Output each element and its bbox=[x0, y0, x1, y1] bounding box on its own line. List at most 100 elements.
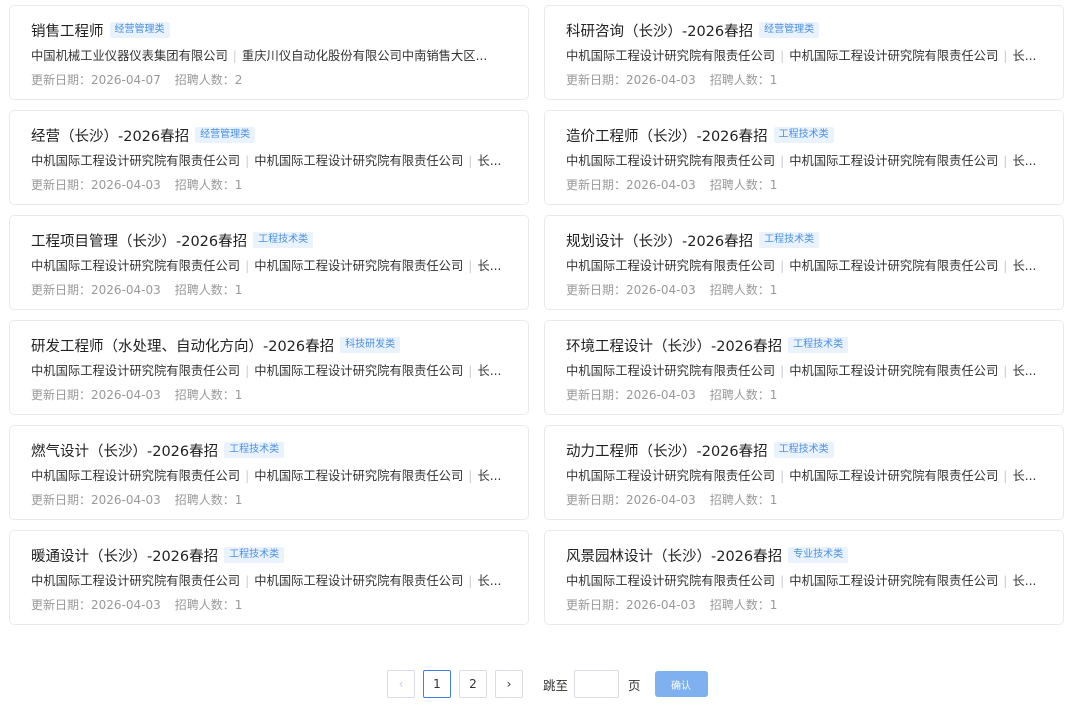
separator: | bbox=[468, 154, 473, 168]
company-name: 中机国际工程设计研究院有限责任公司 bbox=[254, 469, 464, 483]
job-company-line: 中机国际工程设计研究院有限责任公司 | 中机国际工程设计研究院有限责任公司 | 长... bbox=[566, 572, 1042, 590]
update-date-label: 更新日期： bbox=[566, 493, 627, 507]
job-title[interactable]: 工程项目管理（长沙）-2026春招 bbox=[31, 230, 247, 251]
company-location: 长... bbox=[477, 154, 502, 168]
job-title[interactable]: 科研咨询（长沙）-2026春招 bbox=[566, 20, 753, 41]
headcount: 1 bbox=[234, 598, 243, 612]
separator: | bbox=[245, 469, 250, 483]
headcount: 1 bbox=[234, 283, 243, 297]
job-card[interactable]: 动力工程师（长沙）-2026春招 工程技术类 中机国际工程设计研究院有限责任公司 | 中… bbox=[544, 425, 1064, 520]
prev-page-button[interactable]: ‹ bbox=[387, 670, 415, 698]
headcount: 2 bbox=[234, 73, 243, 87]
update-date-label: 更新日期： bbox=[31, 178, 92, 192]
update-date: 2026-04-03 bbox=[91, 598, 161, 612]
job-list: 销售工程师 经营管理类 中国机械工业仪器仪表集团有限公司 | 重庆川仪自动化股份有限公司… bbox=[9, 5, 1064, 625]
job-category-tag: 经营管理类 bbox=[759, 22, 820, 38]
job-category-tag: 专业技术类 bbox=[788, 547, 849, 563]
job-category-tag: 科技研发类 bbox=[340, 337, 401, 353]
job-category-tag: 经营管理类 bbox=[109, 22, 170, 38]
headcount-label: 招聘人数： bbox=[709, 73, 770, 87]
company-name: 中机国际工程设计研究院有限责任公司 bbox=[566, 154, 776, 168]
job-card[interactable]: 销售工程师 经营管理类 中国机械工业仪器仪表集团有限公司 | 重庆川仪自动化股份有限公司… bbox=[9, 5, 529, 100]
separator: | bbox=[245, 574, 250, 588]
company-name: 中机国际工程设计研究院有限责任公司 bbox=[789, 49, 999, 63]
job-company-line: 中机国际工程设计研究院有限责任公司 | 中机国际工程设计研究院有限责任公司 | 长... bbox=[31, 152, 507, 170]
job-meta: 更新日期：2026-04-03 招聘人数：1 bbox=[566, 597, 1042, 613]
job-title-row: 销售工程师 经营管理类 bbox=[31, 19, 507, 41]
job-title[interactable]: 暖通设计（长沙）-2026春招 bbox=[31, 545, 218, 566]
update-date: 2026-04-03 bbox=[626, 493, 696, 507]
job-company-line: 中机国际工程设计研究院有限责任公司 | 中机国际工程设计研究院有限责任公司 | 长... bbox=[566, 362, 1042, 380]
job-card[interactable]: 科研咨询（长沙）-2026春招 经营管理类 中机国际工程设计研究院有限责任公司 | 中机… bbox=[544, 5, 1064, 100]
headcount: 1 bbox=[769, 178, 778, 192]
job-card[interactable]: 风景园林设计（长沙）-2026春招 专业技术类中机国际工程设计研究院有限责任公司 |… bbox=[544, 530, 1064, 625]
company-location: 长... bbox=[1012, 154, 1037, 168]
company-location: 长... bbox=[477, 574, 502, 588]
job-company-line: 中机国际工程设计研究院有限责任公司 | 中机国际工程设计研究院有限责任公司 | 长... bbox=[31, 257, 507, 275]
job-title[interactable]: 规划设计（长沙）-2026春招 bbox=[566, 230, 753, 251]
separator: | bbox=[1003, 49, 1008, 63]
job-meta: 更新日期：2026-04-03 招聘人数：1 bbox=[566, 387, 1042, 403]
company-name: 中机国际工程设计研究院有限责任公司 bbox=[31, 469, 241, 483]
headcount: 1 bbox=[234, 388, 243, 402]
job-title[interactable]: 风景园林设计（长沙）-2026春招 bbox=[566, 545, 782, 566]
job-title-row: 燃气设计（长沙）-2026春招 工程技术类 bbox=[31, 439, 507, 461]
job-category-tag: 工程技术类 bbox=[224, 442, 285, 458]
headcount-label: 招聘人数： bbox=[174, 598, 235, 612]
job-card[interactable]: 造价工程师（长沙）-2026春招 工程技术类 中机国际工程设计研究院有限责任公司 | 中… bbox=[544, 110, 1064, 205]
company-name: 中机国际工程设计研究院有限责任公司 bbox=[566, 469, 776, 483]
job-title[interactable]: 燃气设计（长沙）-2026春招 bbox=[31, 440, 218, 461]
page-2-button[interactable]: 2 bbox=[459, 670, 487, 698]
job-title[interactable]: 销售工程师 bbox=[31, 20, 104, 41]
headcount-label: 招聘人数： bbox=[709, 178, 770, 192]
headcount: 1 bbox=[769, 283, 778, 297]
separator: | bbox=[1003, 259, 1008, 273]
job-meta: 更新日期：2026-04-03 招聘人数：1 bbox=[31, 492, 507, 508]
job-title[interactable]: 研发工程师（水处理、自动化方向）-2026春招 bbox=[31, 335, 334, 356]
headcount-label: 招聘人数： bbox=[174, 388, 235, 402]
job-meta: 更新日期：2026-04-03 招聘人数：1 bbox=[31, 177, 507, 193]
job-card[interactable]: 环境工程设计（长沙）-2026春招 工程技术类 中机国际工程设计研究院有限责任公司 |… bbox=[544, 320, 1064, 415]
headcount-label: 招聘人数： bbox=[709, 388, 770, 402]
job-title[interactable]: 环境工程设计（长沙）-2026春招 bbox=[566, 335, 782, 356]
separator: | bbox=[468, 574, 473, 588]
job-card[interactable]: 规划设计（长沙）-2026春招 工程技术类 中机国际工程设计研究院有限责任公司 | 中机… bbox=[544, 215, 1064, 310]
headcount-label: 招聘人数： bbox=[174, 283, 235, 297]
company-name: 中机国际工程设计研究院有限责任公司 bbox=[789, 469, 999, 483]
headcount: 1 bbox=[769, 73, 778, 87]
job-card[interactable]: 经营（长沙）-2026春招 经营管理类 中机国际工程设计研究院有限责任公司 | 中机国际… bbox=[9, 110, 529, 205]
company-name: 中机国际工程设计研究院有限责任公司 bbox=[254, 364, 464, 378]
headcount: 1 bbox=[769, 598, 778, 612]
job-category-tag: 工程技术类 bbox=[788, 337, 849, 353]
job-title[interactable]: 造价工程师（长沙）-2026春招 bbox=[566, 125, 768, 146]
jump-page-input[interactable] bbox=[574, 670, 620, 698]
job-title[interactable]: 动力工程师（长沙）-2026春招 bbox=[566, 440, 768, 461]
company-name: 中国机械工业仪器仪表集团有限公司 bbox=[31, 49, 228, 63]
separator: | bbox=[1003, 364, 1008, 378]
job-title-row: 环境工程设计（长沙）-2026春招 工程技术类 bbox=[566, 334, 1042, 356]
company-location: 长... bbox=[477, 259, 502, 273]
update-date: 2026-04-03 bbox=[91, 493, 161, 507]
company-location: 长... bbox=[1012, 364, 1037, 378]
job-title[interactable]: 经营（长沙）-2026春招 bbox=[31, 125, 189, 146]
next-page-button[interactable]: › bbox=[495, 670, 523, 698]
separator: | bbox=[232, 49, 237, 63]
job-title-row: 风景园林设计（长沙）-2026春招 专业技术类 bbox=[566, 544, 1042, 566]
job-card[interactable]: 燃气设计（长沙）-2026春招 工程技术类中机国际工程设计研究院有限责任公司 | 中机… bbox=[9, 425, 529, 520]
job-title-row: 动力工程师（长沙）-2026春招 工程技术类 bbox=[566, 439, 1042, 461]
job-card[interactable]: 暖通设计（长沙）-2026春招 工程技术类 中机国际工程设计研究院有限责任公司 | 中机… bbox=[9, 530, 529, 625]
confirm-button[interactable]: 确认 bbox=[654, 671, 708, 697]
job-card[interactable]: 研发工程师（水处理、自动化方向）-2026春招 科技研发类中机国际工程设计研究院有… bbox=[9, 320, 529, 415]
company-name: 中机国际工程设计研究院有限责任公司 bbox=[566, 574, 776, 588]
chevron-left-icon: ‹ bbox=[398, 677, 404, 691]
job-company-line: 中机国际工程设计研究院有限责任公司 | 中机国际工程设计研究院有限责任公司 | 长... bbox=[31, 467, 507, 485]
update-date-label: 更新日期： bbox=[31, 73, 92, 87]
job-meta: 更新日期：2026-04-03 招聘人数：1 bbox=[566, 72, 1042, 88]
job-card[interactable]: 工程项目管理（长沙）-2026春招 工程技术类 中机国际工程设计研究院有限责任公司 |… bbox=[9, 215, 529, 310]
job-title-row: 研发工程师（水处理、自动化方向）-2026春招 科技研发类 bbox=[31, 334, 507, 356]
company-location: 长... bbox=[1012, 259, 1037, 273]
separator: | bbox=[780, 259, 785, 273]
job-company-line: 中机国际工程设计研究院有限责任公司 | 中机国际工程设计研究院有限责任公司 | 长... bbox=[566, 47, 1042, 65]
company-name: 中机国际工程设计研究院有限责任公司 bbox=[31, 574, 241, 588]
page-1-button[interactable]: 1 bbox=[423, 670, 451, 698]
